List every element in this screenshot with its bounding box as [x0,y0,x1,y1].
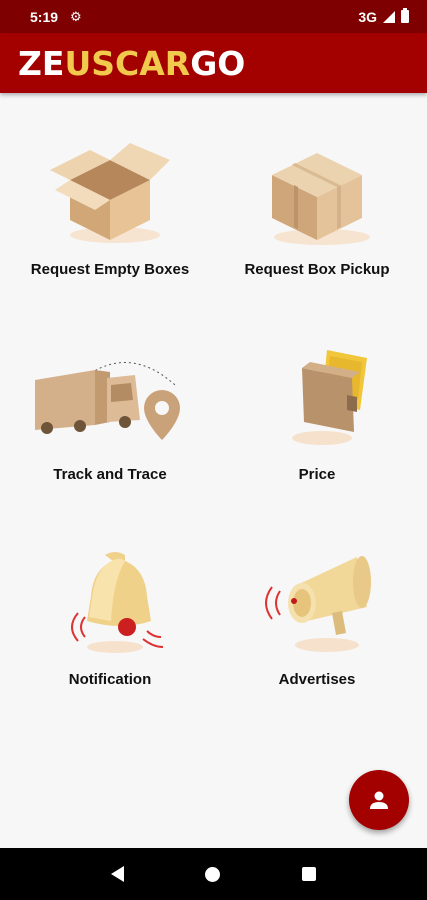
truck-location-icon [35,340,185,460]
tile-notification[interactable]: Notification [10,545,210,735]
tile-label: Request Box Pickup [244,261,390,278]
person-icon [370,791,388,809]
wallet-icon [242,340,392,460]
tile-label: Price [298,466,336,483]
status-bar: 5:19 ⚙ 3G [0,0,427,33]
tile-request-box-pickup[interactable]: Request Box Pickup [217,135,417,325]
tile-label: Notification [68,671,152,688]
system-nav-bar [0,848,427,900]
open-box-icon [35,135,185,255]
settings-gear-icon: ⚙ [70,8,82,24]
tile-track-and-trace[interactable]: Track and Trace [10,340,210,530]
tile-request-empty-boxes[interactable]: Request Empty Boxes [10,135,210,325]
logo-part-2: USCAR [64,43,191,83]
signal-icon [383,10,395,23]
tile-label: Track and Trace [53,466,167,483]
recents-icon[interactable] [302,867,317,881]
home-icon[interactable] [205,866,221,882]
app-logo: ZEUSCARGO [18,44,245,83]
network-type: 3G [358,8,377,25]
battery-icon [401,8,409,23]
closed-box-icon [242,135,392,255]
app-bar: ZEUSCARGO [0,33,427,93]
profile-fab-button[interactable] [349,770,409,830]
bell-icon [35,545,185,665]
logo-part-1: ZE [18,43,65,83]
back-icon[interactable] [110,866,124,882]
status-indicators: 3G [358,8,409,25]
megaphone-icon [242,545,392,665]
logo-part-3: GO [190,43,246,83]
tile-price[interactable]: Price [217,340,417,530]
status-time: 5:19 [30,8,59,25]
tile-advertises[interactable]: Advertises [217,545,417,735]
tile-label: Advertises [278,671,356,688]
tile-label: Request Empty Boxes [30,261,190,278]
